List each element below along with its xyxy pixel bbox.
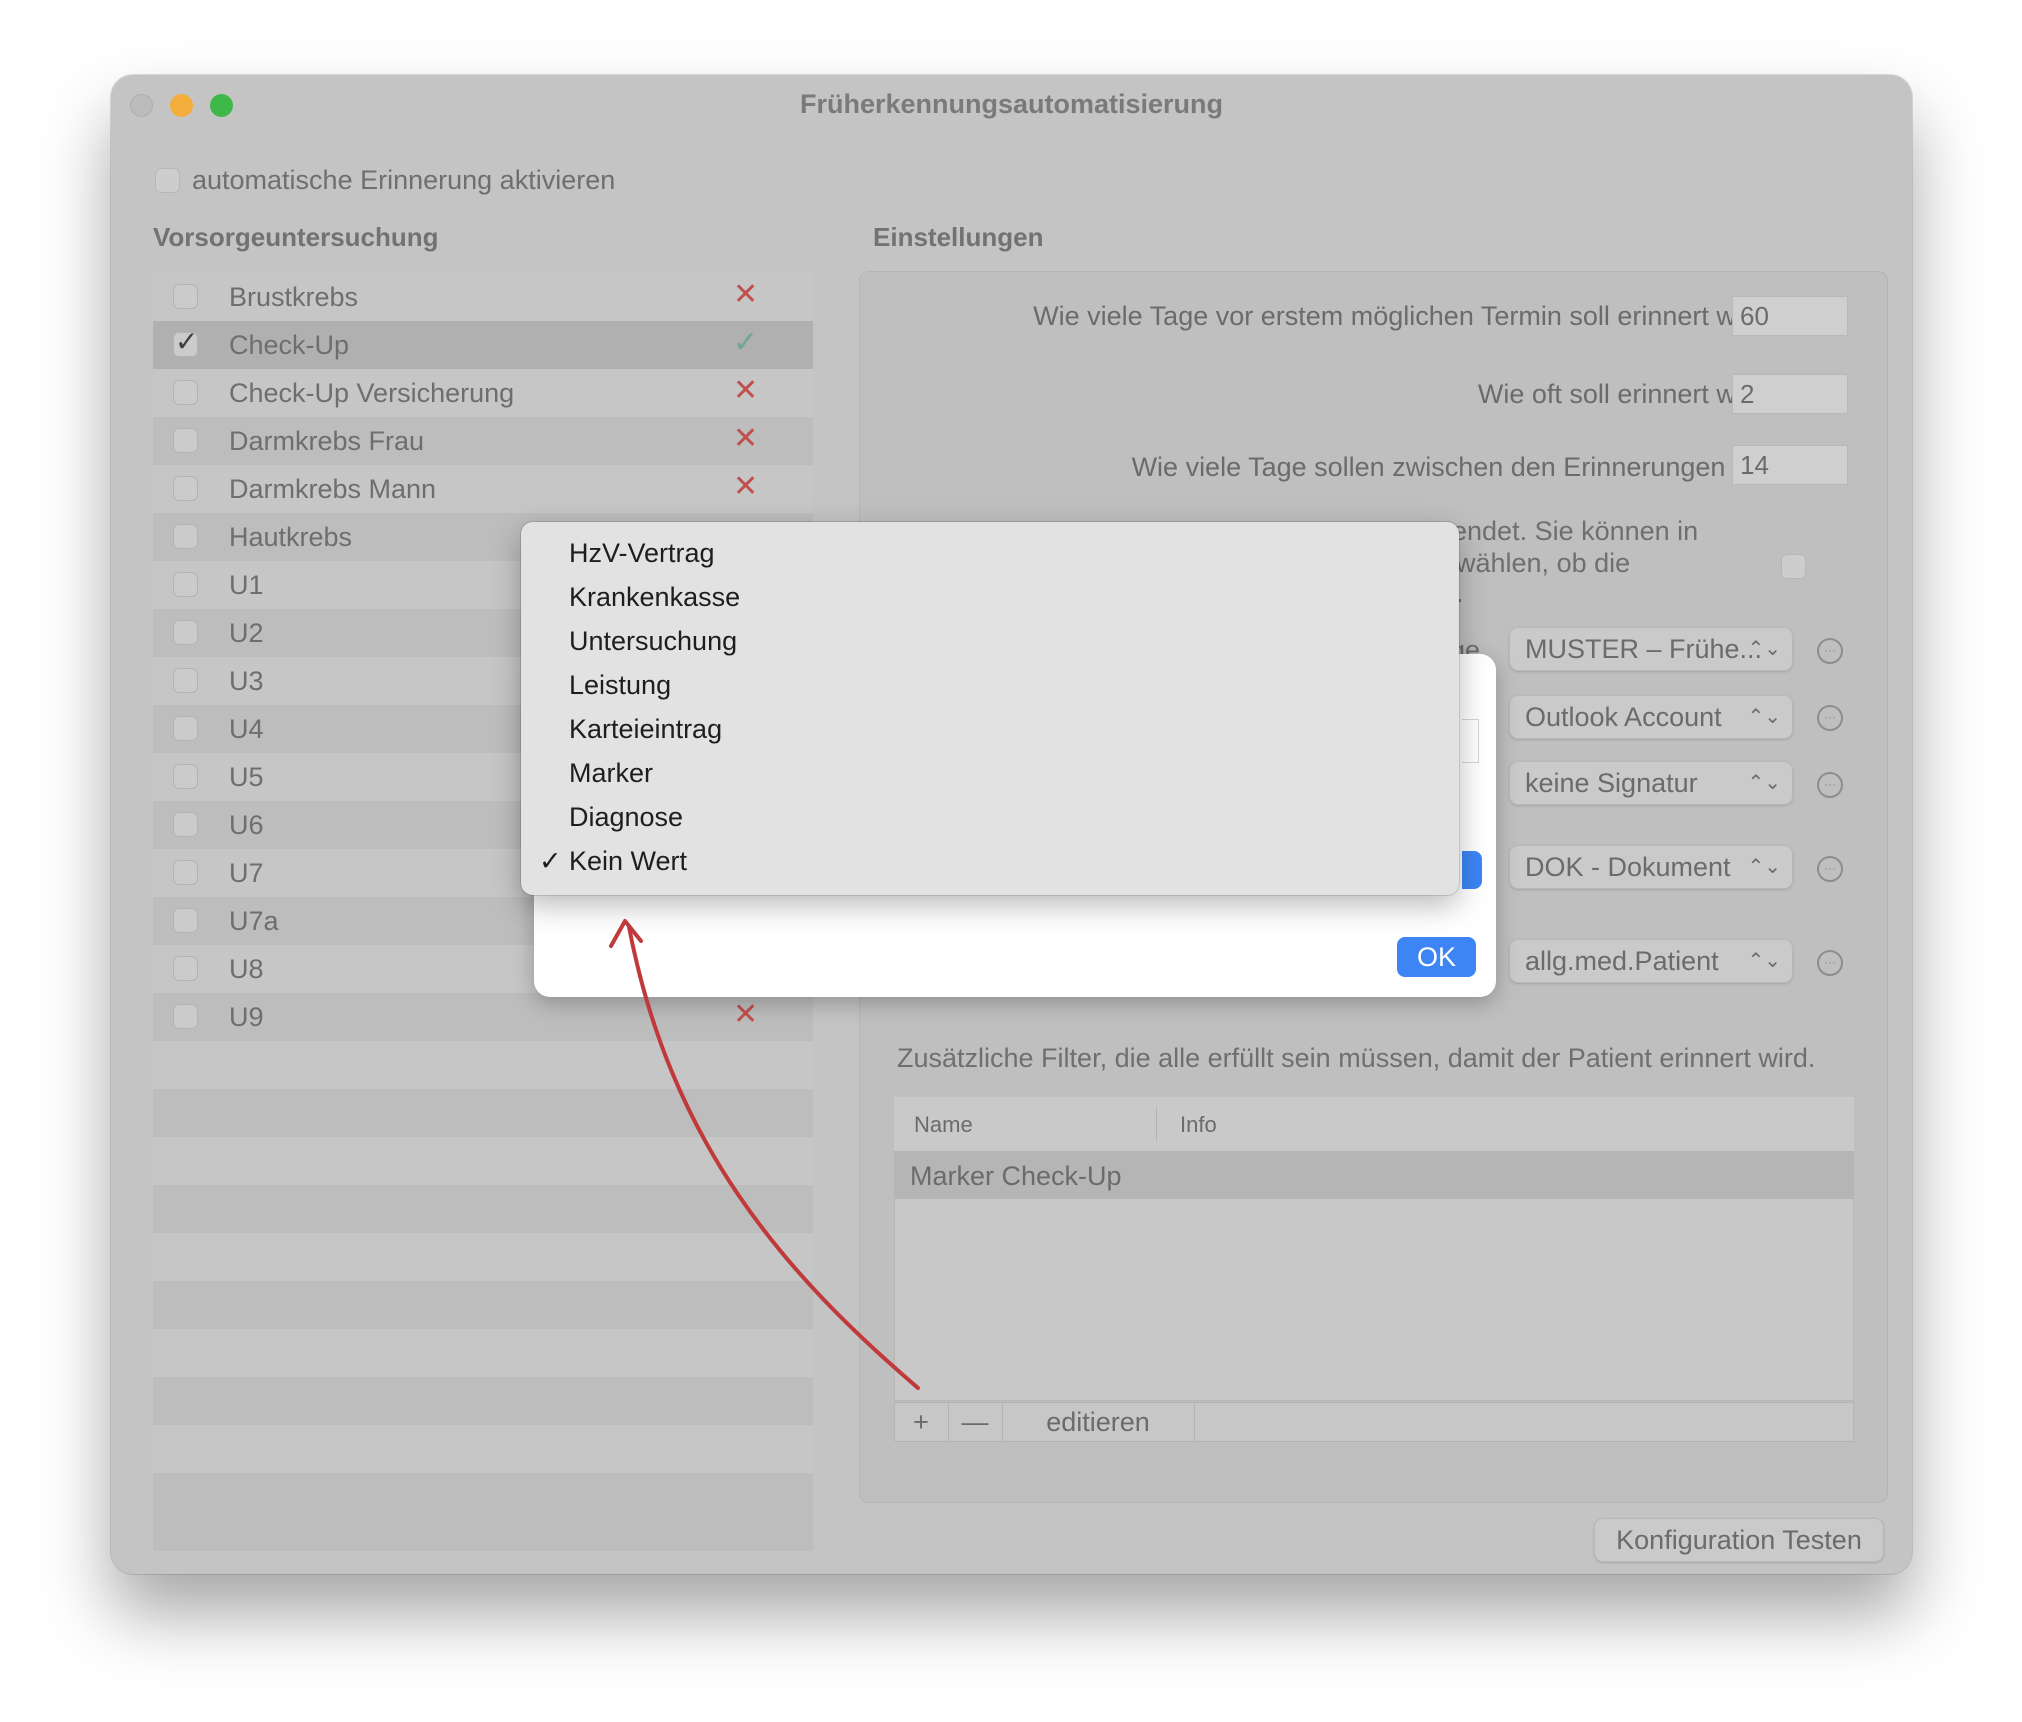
arrow-head bbox=[609, 919, 643, 948]
annotation-arrow bbox=[609, 919, 920, 1390]
arrow-shaft bbox=[627, 925, 920, 1390]
